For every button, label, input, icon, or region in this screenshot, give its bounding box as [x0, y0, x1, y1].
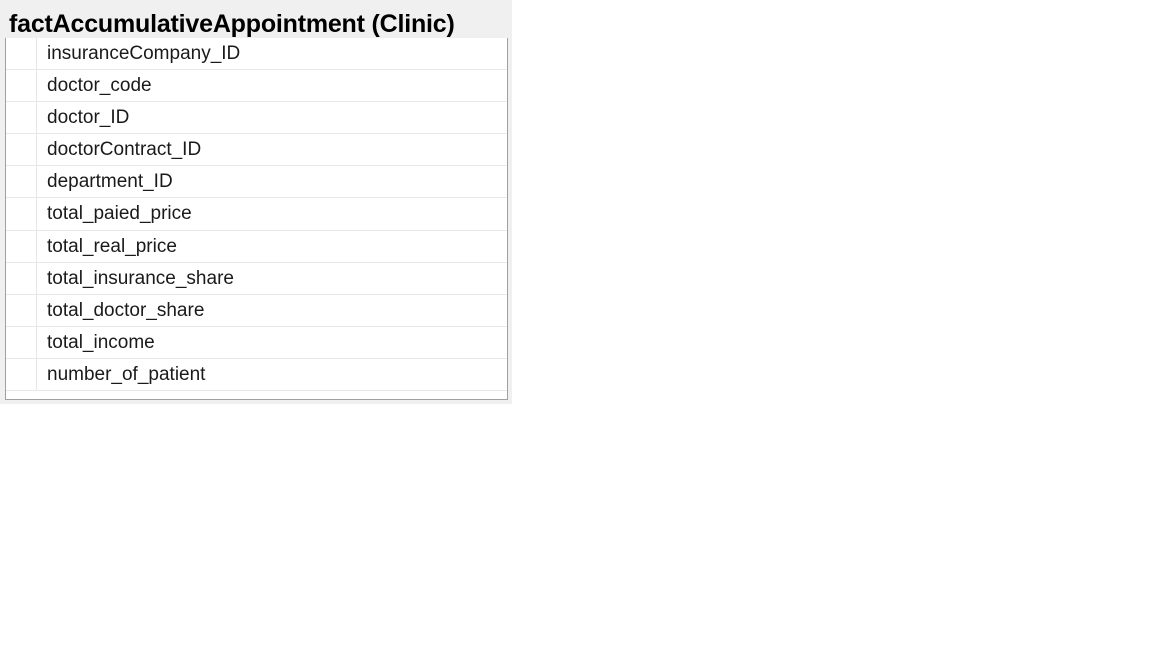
- column-row[interactable]: total_doctor_share: [6, 294, 507, 327]
- column-name: department_ID: [47, 171, 173, 193]
- row-selector[interactable]: [6, 166, 37, 198]
- column-row[interactable]: total_paied_price: [6, 198, 507, 231]
- column-name: doctorContract_ID: [47, 139, 202, 161]
- column-name: total_doctor_share: [47, 299, 205, 321]
- column-row[interactable]: number_of_patient: [6, 358, 507, 392]
- row-selector[interactable]: [6, 38, 37, 70]
- table-title: factAccumulativeAppointment (Clinic): [9, 10, 455, 38]
- column-row[interactable]: doctorContract_ID: [6, 134, 507, 167]
- column-name: total_paied_price: [47, 203, 192, 225]
- column-name: total_income: [47, 331, 155, 353]
- column-grid: insuranceCompany_ID doctor_code doctor_I…: [5, 38, 508, 400]
- row-selector[interactable]: [6, 294, 37, 326]
- row-selector[interactable]: [6, 230, 37, 262]
- row-selector[interactable]: [6, 326, 37, 358]
- row-selector[interactable]: [6, 198, 37, 230]
- row-selector[interactable]: [6, 262, 37, 294]
- column-row[interactable]: doctor_ID: [6, 102, 507, 135]
- column-name: doctor_ID: [47, 107, 130, 129]
- column-row[interactable]: total_insurance_share: [6, 262, 507, 295]
- column-name: insuranceCompany_ID: [47, 43, 241, 64]
- row-selector[interactable]: [6, 70, 37, 102]
- table-diagram-window[interactable]: factAccumulativeAppointment (Clinic) ins…: [0, 0, 512, 404]
- column-row[interactable]: total_income: [6, 326, 507, 359]
- column-row[interactable]: insuranceCompany_ID: [6, 38, 507, 71]
- row-selector[interactable]: [6, 134, 37, 166]
- row-selector[interactable]: [6, 358, 37, 391]
- column-row[interactable]: total_real_price: [6, 230, 507, 263]
- column-name: total_real_price: [47, 235, 177, 257]
- column-row[interactable]: department_ID: [6, 166, 507, 199]
- row-selector[interactable]: [6, 102, 37, 134]
- column-name: number_of_patient: [47, 363, 206, 385]
- column-name: doctor_code: [47, 75, 152, 97]
- column-name: total_insurance_share: [47, 267, 234, 289]
- column-row[interactable]: doctor_code: [6, 70, 507, 103]
